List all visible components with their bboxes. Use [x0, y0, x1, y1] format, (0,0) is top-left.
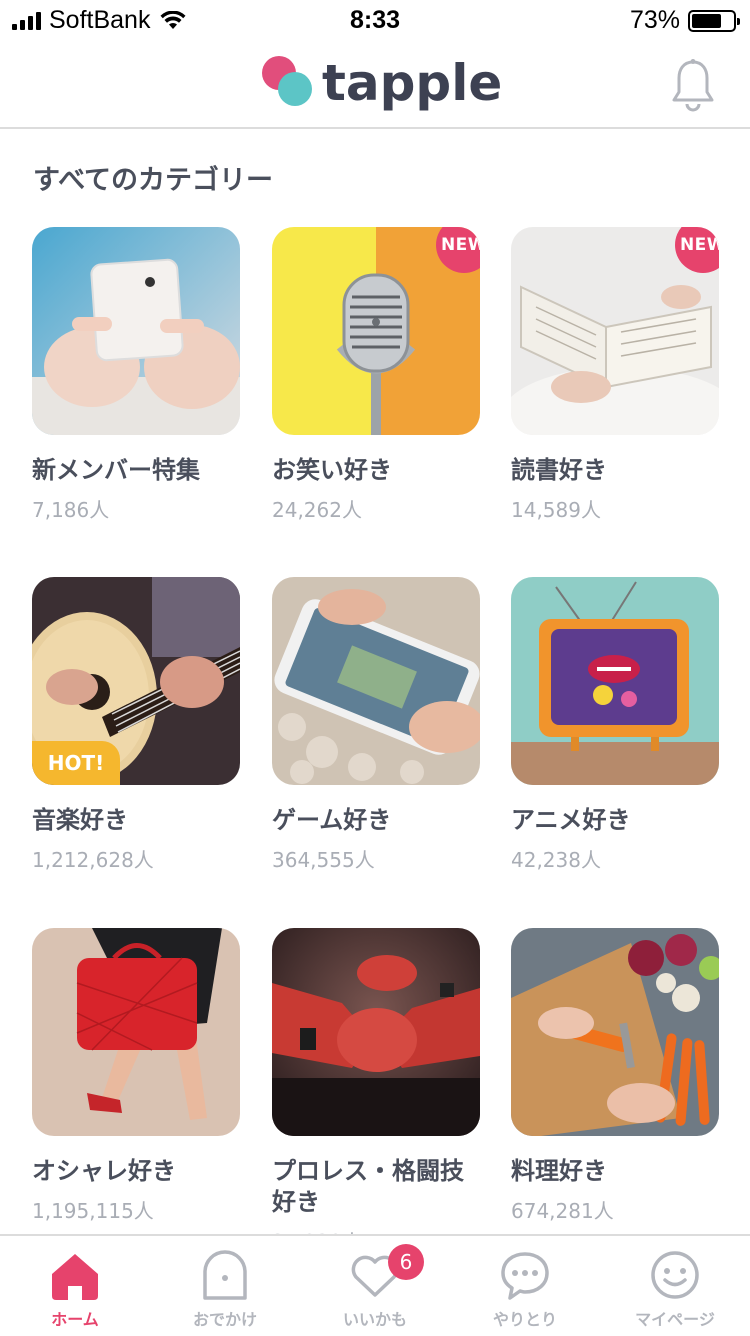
category-title: 読書好き: [511, 456, 607, 484]
tab-label: ホーム: [51, 1310, 99, 1329]
category-title: ゲーム好き: [272, 806, 392, 834]
category-thumbnail[interactable]: [272, 928, 480, 1136]
category-member-count: 674,281人: [511, 1199, 614, 1223]
status-bar: SoftBank 8:33 73%: [0, 0, 750, 40]
tab-label: マイページ: [635, 1310, 715, 1329]
category-thumbnail[interactable]: [32, 227, 240, 435]
tab-mypage[interactable]: マイページ: [600, 1236, 750, 1336]
logo-mark-icon: [262, 56, 316, 110]
category-card-music[interactable]: HOT! 音楽好き 1,212,628人: [32, 577, 240, 873]
category-member-count: 364,555人: [272, 848, 375, 872]
category-title: アニメ好き: [511, 806, 631, 834]
ghost-icon: [203, 1250, 247, 1300]
category-card-fashion[interactable]: オシャレ好き 1,195,115人: [32, 928, 240, 1224]
category-thumbnail[interactable]: [511, 928, 719, 1136]
logo-text: tapple: [322, 54, 503, 112]
tab-label: やりとり: [492, 1310, 557, 1329]
bell-icon[interactable]: [670, 58, 716, 112]
likes-count-badge: 6: [388, 1244, 424, 1280]
category-card-games[interactable]: ゲーム好き 364,555人: [272, 577, 480, 873]
category-member-count: 14,589人: [511, 498, 601, 522]
category-thumbnail[interactable]: [272, 577, 480, 785]
tapple-logo: tapple: [262, 56, 502, 110]
category-member-count: 7,186人: [32, 498, 110, 522]
category-title: 新メンバー特集: [32, 456, 200, 484]
chat-bubble-icon: [501, 1252, 549, 1300]
battery-icon: [688, 9, 740, 32]
tab-outing[interactable]: おでかけ: [150, 1236, 300, 1336]
hot-badge: HOT!: [32, 741, 120, 785]
bottom-tab-bar: ホーム おでかけ 6 いいかも やりとり マイページ: [0, 1234, 750, 1334]
category-member-count: 1,195,115人: [32, 1199, 154, 1223]
category-member-count: 24,262人: [272, 498, 362, 522]
category-title: お笑い好き: [272, 456, 392, 484]
category-title: 料理好き: [511, 1157, 607, 1185]
tab-messages[interactable]: やりとり: [450, 1236, 600, 1336]
category-member-count: 42,238人: [511, 848, 601, 872]
category-card-new-members[interactable]: 新メンバー特集 7,186人: [32, 227, 240, 523]
category-thumbnail[interactable]: NEW: [272, 227, 480, 435]
category-thumbnail[interactable]: [511, 577, 719, 785]
category-member-count: 1,212,628人: [32, 848, 154, 872]
battery-percent: 73%: [629, 6, 680, 34]
section-title: すべてのカテゴリー: [33, 165, 274, 196]
smiley-icon: [651, 1251, 699, 1299]
tab-home[interactable]: ホーム: [0, 1236, 150, 1336]
category-card-wrestling[interactable]: プロレス・格闘技好き 34,230人: [272, 928, 480, 1255]
category-thumbnail[interactable]: HOT!: [32, 577, 240, 785]
home-icon: [52, 1254, 98, 1300]
category-title: プロレス・格闘技好き: [272, 1157, 464, 1216]
category-title: 音楽好き: [32, 806, 128, 834]
category-card-comedy[interactable]: NEW お笑い好き 24,262人: [272, 227, 480, 523]
category-card-anime[interactable]: アニメ好き 42,238人: [511, 577, 719, 873]
tab-likes[interactable]: 6 いいかも: [300, 1236, 450, 1336]
category-thumbnail[interactable]: [32, 928, 240, 1136]
category-title: オシャレ好き: [32, 1157, 176, 1185]
app-header: tapple: [0, 40, 750, 129]
tab-label: いいかも: [342, 1310, 407, 1329]
category-thumbnail[interactable]: NEW: [511, 227, 719, 435]
tab-label: おでかけ: [192, 1310, 257, 1329]
category-card-reading[interactable]: NEW 読書好き 14,589人: [511, 227, 719, 523]
category-card-cooking[interactable]: 料理好き 674,281人: [511, 928, 719, 1224]
